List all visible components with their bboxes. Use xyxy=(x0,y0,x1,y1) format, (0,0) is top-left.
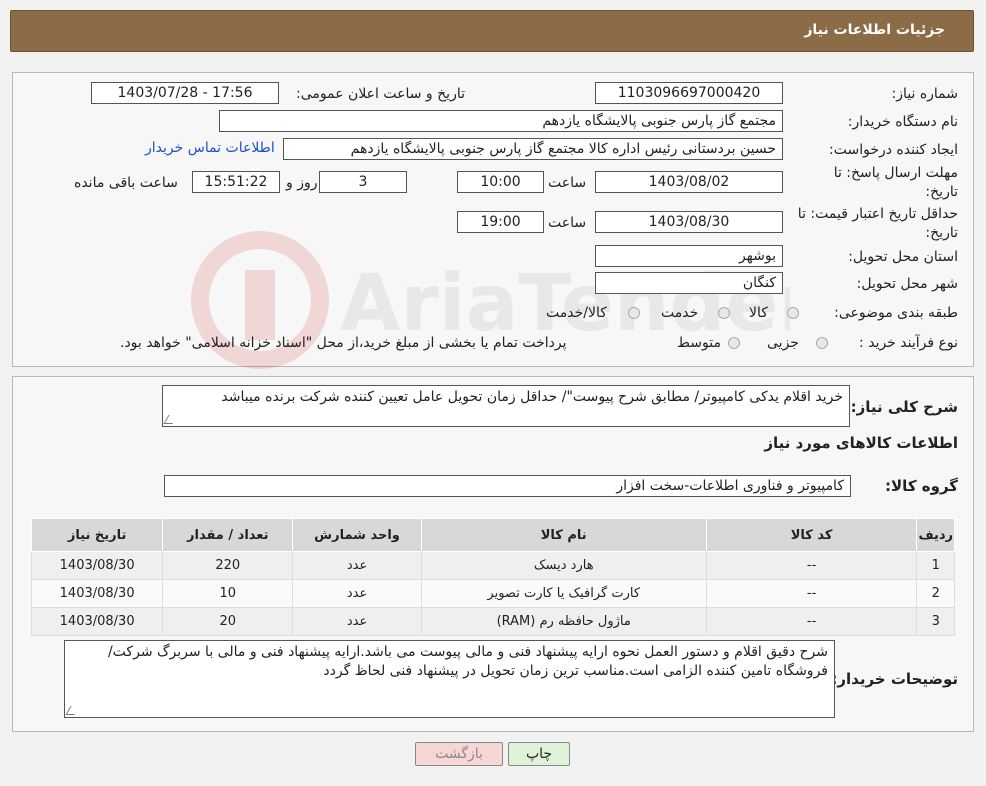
col-quantity: تعداد / مقدار xyxy=(162,518,294,552)
category-option-goods: کالا xyxy=(749,305,768,321)
cell-need-date: 1403/08/30 xyxy=(30,607,164,636)
announce-date-label: تاریخ و ساعت اعلان عمومی: xyxy=(296,86,465,102)
cell-item-name: ماژول حافظه رم (RAM) xyxy=(420,607,707,636)
category-label: طبقه بندی موضوعی: xyxy=(834,305,958,321)
page-header: جزئیات اطلاعات نیاز xyxy=(10,10,974,52)
table-row: 2 -- کارت گرافیک یا کارت تصویر عدد 10 14… xyxy=(30,579,955,608)
need-number-field: 1103096697000420 xyxy=(595,82,783,104)
cell-item-code: -- xyxy=(705,579,918,608)
cell-item-name: هارد دیسک xyxy=(420,551,707,580)
cell-row-number: 1 xyxy=(916,551,955,580)
cell-quantity: 220 xyxy=(162,551,294,580)
buyer-notes-text: شرح دقیق اقلام و دستور العمل نحوه ارایه … xyxy=(107,644,828,679)
goods-group-label: گروه کالا: xyxy=(885,477,958,495)
resize-grip-icon[interactable] xyxy=(163,415,178,424)
cell-need-date: 1403/08/30 xyxy=(30,579,164,608)
days-remaining-field: 3 xyxy=(319,171,407,193)
deadline-time-field: 10:00 xyxy=(457,171,544,193)
remaining-time-label: ساعت باقی مانده xyxy=(74,175,178,191)
col-unit: واحد شمارش xyxy=(292,518,422,552)
price-validity-date-field: 1403/08/30 xyxy=(595,211,783,233)
resize-grip-icon[interactable] xyxy=(65,706,80,715)
announce-date-field: 1403/07/28 - 17:56 xyxy=(91,82,279,104)
category-option-service: خدمت xyxy=(661,305,699,321)
cell-item-code: -- xyxy=(705,551,918,580)
cell-need-date: 1403/08/30 xyxy=(30,551,164,580)
goods-table: ردیف کد کالا نام کالا واحد شمارش تعداد /… xyxy=(30,518,955,636)
cell-row-number: 3 xyxy=(916,607,955,636)
buyer-contact-link[interactable]: اطلاعات تماس خریدار xyxy=(145,140,275,156)
cell-quantity: 10 xyxy=(162,579,294,608)
days-label: روز و xyxy=(286,175,318,191)
cell-unit: عدد xyxy=(292,579,422,608)
purchase-process-label: نوع فرآیند خرید : xyxy=(859,335,958,351)
cell-item-code: -- xyxy=(705,607,918,636)
back-button[interactable]: بازگشت xyxy=(415,742,503,766)
price-validity-label-2: تاریخ: xyxy=(925,225,958,241)
category-option-goods-service: کالا/خدمت xyxy=(546,305,607,321)
table-row: 3 -- ماژول حافظه رم (RAM) عدد 20 1403/08… xyxy=(30,607,955,636)
cell-quantity: 20 xyxy=(162,607,294,636)
buyer-org-field: مجتمع گاز پارس جنوبی پالایشگاه یازدهم xyxy=(219,110,783,132)
process-option-minor: جزیی xyxy=(767,335,799,351)
process-option-medium: متوسط xyxy=(677,335,721,351)
table-row: 1 -- هارد دیسک عدد 220 1403/08/30 xyxy=(30,551,955,580)
requester-field: حسین بردستانی رئیس اداره کالا مجتمع گاز … xyxy=(283,138,783,160)
goods-info-title: اطلاعات کالاهای مورد نیاز xyxy=(764,434,958,452)
requester-label: ایجاد کننده درخواست: xyxy=(829,142,958,158)
summary-text: خرید اقلام یدکی کامپیوتر/ مطابق شرح پیوس… xyxy=(221,389,843,405)
col-item-code: کد کالا xyxy=(705,518,918,552)
print-button[interactable]: چاپ xyxy=(508,742,570,766)
col-need-date: تاریخ نیاز xyxy=(30,518,164,552)
page-title: جزئیات اطلاعات نیاز xyxy=(804,22,945,38)
deadline-label: مهلت ارسال پاسخ: تا xyxy=(833,165,958,181)
deadline-date-field: 1403/08/02 xyxy=(595,171,783,193)
deadline-label-2: تاریخ: xyxy=(925,184,958,200)
cell-item-name: کارت گرافیک یا کارت تصویر xyxy=(420,579,707,608)
validity-time-label: ساعت xyxy=(548,215,587,231)
goods-group-field: کامپیوتر و فناوری اطلاعات-سخت افزار xyxy=(164,475,851,497)
buyer-notes-label: توضیحات خریدار: xyxy=(831,670,958,688)
category-radio-service[interactable] xyxy=(718,307,730,319)
col-item-name: نام کالا xyxy=(420,518,707,552)
process-note: پرداخت تمام یا بخشی از مبلغ خرید،از محل … xyxy=(120,335,567,351)
province-label: استان محل تحویل: xyxy=(848,249,958,265)
city-field: کنگان xyxy=(595,272,783,294)
col-row-number: ردیف xyxy=(916,518,955,552)
deadline-time-label: ساعت xyxy=(548,175,587,191)
buyer-notes-textarea[interactable]: شرح دقیق اقلام و دستور العمل نحوه ارایه … xyxy=(64,640,835,718)
process-radio-medium[interactable] xyxy=(728,337,740,349)
process-radio-minor[interactable] xyxy=(816,337,828,349)
price-validity-time-field: 19:00 xyxy=(457,211,544,233)
category-radio-goods[interactable] xyxy=(787,307,799,319)
category-radio-goods-service[interactable] xyxy=(628,307,640,319)
summary-label: شرح کلی نیاز: xyxy=(850,398,958,416)
remaining-time-field: 15:51:22 xyxy=(192,171,280,193)
cell-unit: عدد xyxy=(292,607,422,636)
price-validity-label: حداقل تاریخ اعتبار قیمت: تا xyxy=(797,206,958,222)
cell-row-number: 2 xyxy=(916,579,955,608)
summary-textarea[interactable]: خرید اقلام یدکی کامپیوتر/ مطابق شرح پیوس… xyxy=(162,385,850,427)
province-field: بوشهر xyxy=(595,245,783,267)
city-label: شهر محل تحویل: xyxy=(856,276,958,292)
buyer-org-label: نام دستگاه خریدار: xyxy=(847,114,958,130)
need-number-label: شماره نیاز: xyxy=(891,86,959,102)
cell-unit: عدد xyxy=(292,551,422,580)
goods-table-header: ردیف کد کالا نام کالا واحد شمارش تعداد /… xyxy=(30,518,955,552)
